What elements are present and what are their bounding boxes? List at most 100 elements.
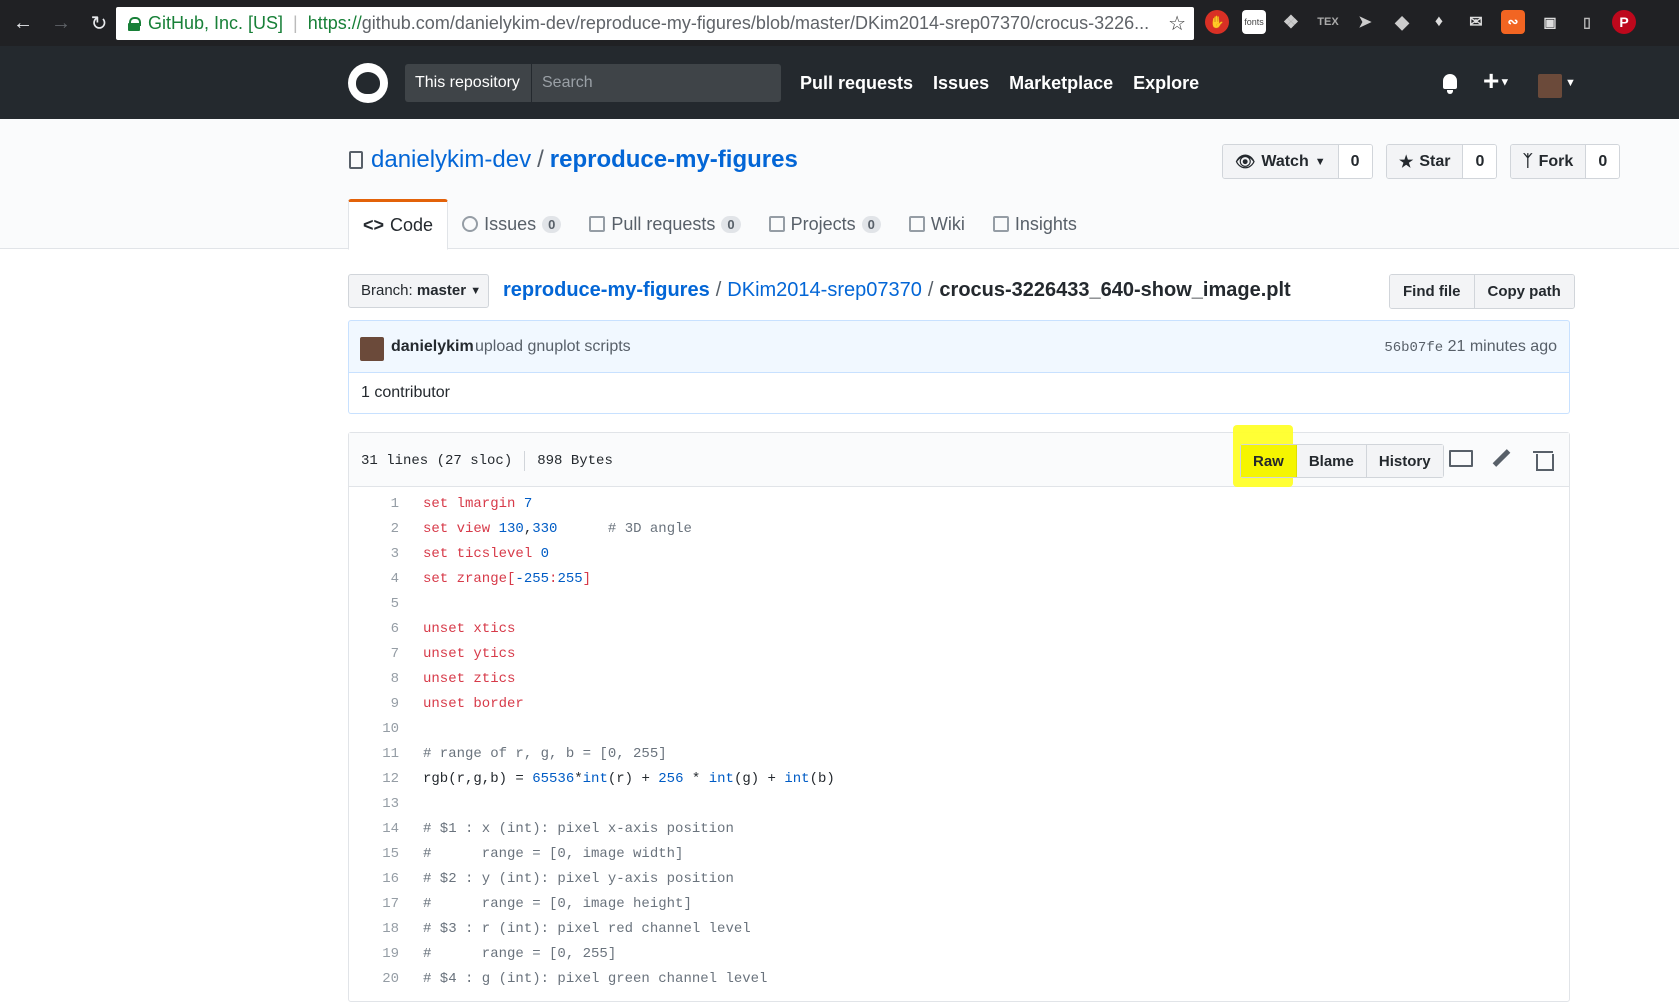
repo-name-link[interactable]: reproduce-my-figures <box>550 146 798 173</box>
line-number[interactable]: 1 <box>349 492 399 517</box>
tab-wiki[interactable]: Wiki <box>895 199 979 249</box>
desktop-icon[interactable] <box>1449 449 1473 469</box>
code-line: 4 set zrange[-255:255] <box>349 567 1569 592</box>
tex-icon[interactable]: TEX <box>1316 10 1340 34</box>
reload-icon[interactable]: ↻ <box>84 8 114 38</box>
back-arrow-icon[interactable]: ← <box>8 8 38 38</box>
tab-pull-requests[interactable]: Pull requests 0 <box>575 199 754 249</box>
raw-button[interactable]: Raw <box>1241 445 1297 477</box>
blame-button[interactable]: Blame <box>1296 445 1367 477</box>
line-content: # $1 : x (int): pixel x-axis position <box>423 821 734 837</box>
code-line: 1 set lmargin 7 <box>349 492 1569 517</box>
book-icon <box>908 216 925 232</box>
watch-button[interactable]: 👁 Watch ▼ <box>1223 145 1339 178</box>
fonts-icon[interactable]: fonts <box>1242 10 1266 34</box>
line-content: # range = [0, image width] <box>423 846 684 862</box>
nav-pull-requests[interactable]: Pull requests <box>800 73 913 94</box>
chevron-down-icon: ▼ <box>470 285 482 298</box>
code-line: 16 # $2 : y (int): pixel y-axis position <box>349 867 1569 892</box>
tab-insights[interactable]: Insights <box>979 199 1091 249</box>
contributors[interactable]: 1 contributor <box>348 373 1570 414</box>
fork-group: ᛉ Fork 0 <box>1510 144 1621 179</box>
line-number[interactable]: 6 <box>349 617 399 642</box>
pinterest-icon[interactable]: P <box>1612 10 1636 34</box>
line-number[interactable]: 13 <box>349 792 399 817</box>
avatar[interactable] <box>1538 74 1562 98</box>
line-number[interactable]: 2 <box>349 517 399 542</box>
forward-arrow-icon[interactable]: → <box>46 8 76 38</box>
commit-message[interactable]: upload gnuplot scripts <box>475 338 631 356</box>
line-number[interactable]: 3 <box>349 542 399 567</box>
chevron-down-icon[interactable]: ▼ <box>1565 77 1576 89</box>
create-new-icon[interactable]: +▼ <box>1483 65 1510 97</box>
tab-projects[interactable]: Projects 0 <box>755 199 895 249</box>
pencil-icon[interactable] <box>1491 449 1511 469</box>
dropbox-icon[interactable]: ❖ <box>1279 10 1303 34</box>
file-viewer: 31 lines (27 sloc) 898 Bytes Raw Blame H… <box>348 425 1570 1002</box>
github-logo-icon[interactable] <box>348 63 388 103</box>
inbox-icon[interactable]: ✉ <box>1464 10 1488 34</box>
line-content <box>399 592 423 617</box>
line-content: unset ztics <box>423 671 516 687</box>
line-number[interactable]: 9 <box>349 692 399 717</box>
line-number[interactable]: 16 <box>349 867 399 892</box>
line-number[interactable]: 15 <box>349 842 399 867</box>
pdf-icon[interactable]: ▯ <box>1575 10 1599 34</box>
github-header: This repository Search Pull requests Iss… <box>0 46 1679 119</box>
line-number[interactable]: 18 <box>349 917 399 942</box>
commit-time: 21 minutes ago <box>1447 338 1557 355</box>
address-bar[interactable]: GitHub, Inc. [US] | https:// github.com/… <box>116 7 1194 40</box>
copy-path-button[interactable]: Copy path <box>1474 275 1574 308</box>
notification-bell-icon[interactable] <box>1441 74 1459 94</box>
fork-button[interactable]: ᛉ Fork <box>1511 145 1587 178</box>
file-header: 31 lines (27 sloc) 898 Bytes Raw Blame H… <box>349 425 1569 487</box>
repo-owner-link[interactable]: danielykim-dev <box>371 146 531 173</box>
line-content: set view 130,330 # 3D angle <box>423 521 692 537</box>
line-number[interactable]: 20 <box>349 967 399 992</box>
trash-icon[interactable] <box>1533 449 1554 471</box>
breadcrumb-repo[interactable]: reproduce-my-figures <box>503 279 710 301</box>
avatar[interactable] <box>360 337 384 361</box>
line-number[interactable]: 4 <box>349 567 399 592</box>
nav-explore[interactable]: Explore <box>1133 73 1199 94</box>
file-icon-actions <box>1449 449 1554 471</box>
nav-marketplace[interactable]: Marketplace <box>1009 73 1113 94</box>
evernote-icon[interactable]: ♦ <box>1427 10 1451 34</box>
projects-counter: 0 <box>861 215 881 233</box>
cursor-icon[interactable]: ➤ <box>1353 10 1377 34</box>
line-number[interactable]: 7 <box>349 642 399 667</box>
line-number[interactable]: 17 <box>349 892 399 917</box>
breadcrumb-dir[interactable]: DKim2014-srep07370 <box>727 279 922 301</box>
line-number[interactable]: 10 <box>349 717 399 742</box>
tab-issues[interactable]: Issues 0 <box>448 199 575 249</box>
file-nav-buttons: Find file Copy path <box>1389 274 1575 309</box>
line-number[interactable]: 19 <box>349 942 399 967</box>
bookmark-star-icon[interactable]: ☆ <box>1168 11 1186 36</box>
tab-code[interactable]: <> Code <box>348 199 449 250</box>
history-button[interactable]: History <box>1366 445 1443 477</box>
line-number[interactable]: 5 <box>349 592 399 617</box>
line-number[interactable]: 8 <box>349 667 399 692</box>
line-number[interactable]: 11 <box>349 742 399 767</box>
line-content: # range = [0, image height] <box>423 896 692 912</box>
top-nav: Pull requests Issues Marketplace Explore <box>800 73 1199 94</box>
diamond-icon[interactable]: ◆ <box>1390 10 1414 34</box>
line-number[interactable]: 14 <box>349 817 399 842</box>
line-number[interactable]: 12 <box>349 767 399 792</box>
commit-sha[interactable]: 56b07fe <box>1384 340 1443 356</box>
find-file-button[interactable]: Find file <box>1390 275 1475 308</box>
branch-select[interactable]: Branch: master ▼ <box>348 274 489 308</box>
star-count[interactable]: 0 <box>1463 145 1497 178</box>
search-input[interactable]: Search <box>531 64 781 102</box>
search-scope[interactable]: This repository <box>405 64 531 102</box>
nav-issues[interactable]: Issues <box>933 73 989 94</box>
commit-author[interactable]: danielykim <box>391 338 474 356</box>
line-content: # $3 : r (int): pixel red channel level <box>423 921 751 937</box>
watch-count[interactable]: 0 <box>1338 145 1372 178</box>
star-button[interactable]: ★ Star <box>1387 145 1464 178</box>
code-line: 7 unset ytics <box>349 642 1569 667</box>
screen-icon[interactable]: ▣ <box>1538 10 1562 34</box>
rss-icon[interactable]: ∾ <box>1501 10 1525 34</box>
stop-icon[interactable]: ✋ <box>1205 10 1229 34</box>
fork-count[interactable]: 0 <box>1586 145 1620 178</box>
